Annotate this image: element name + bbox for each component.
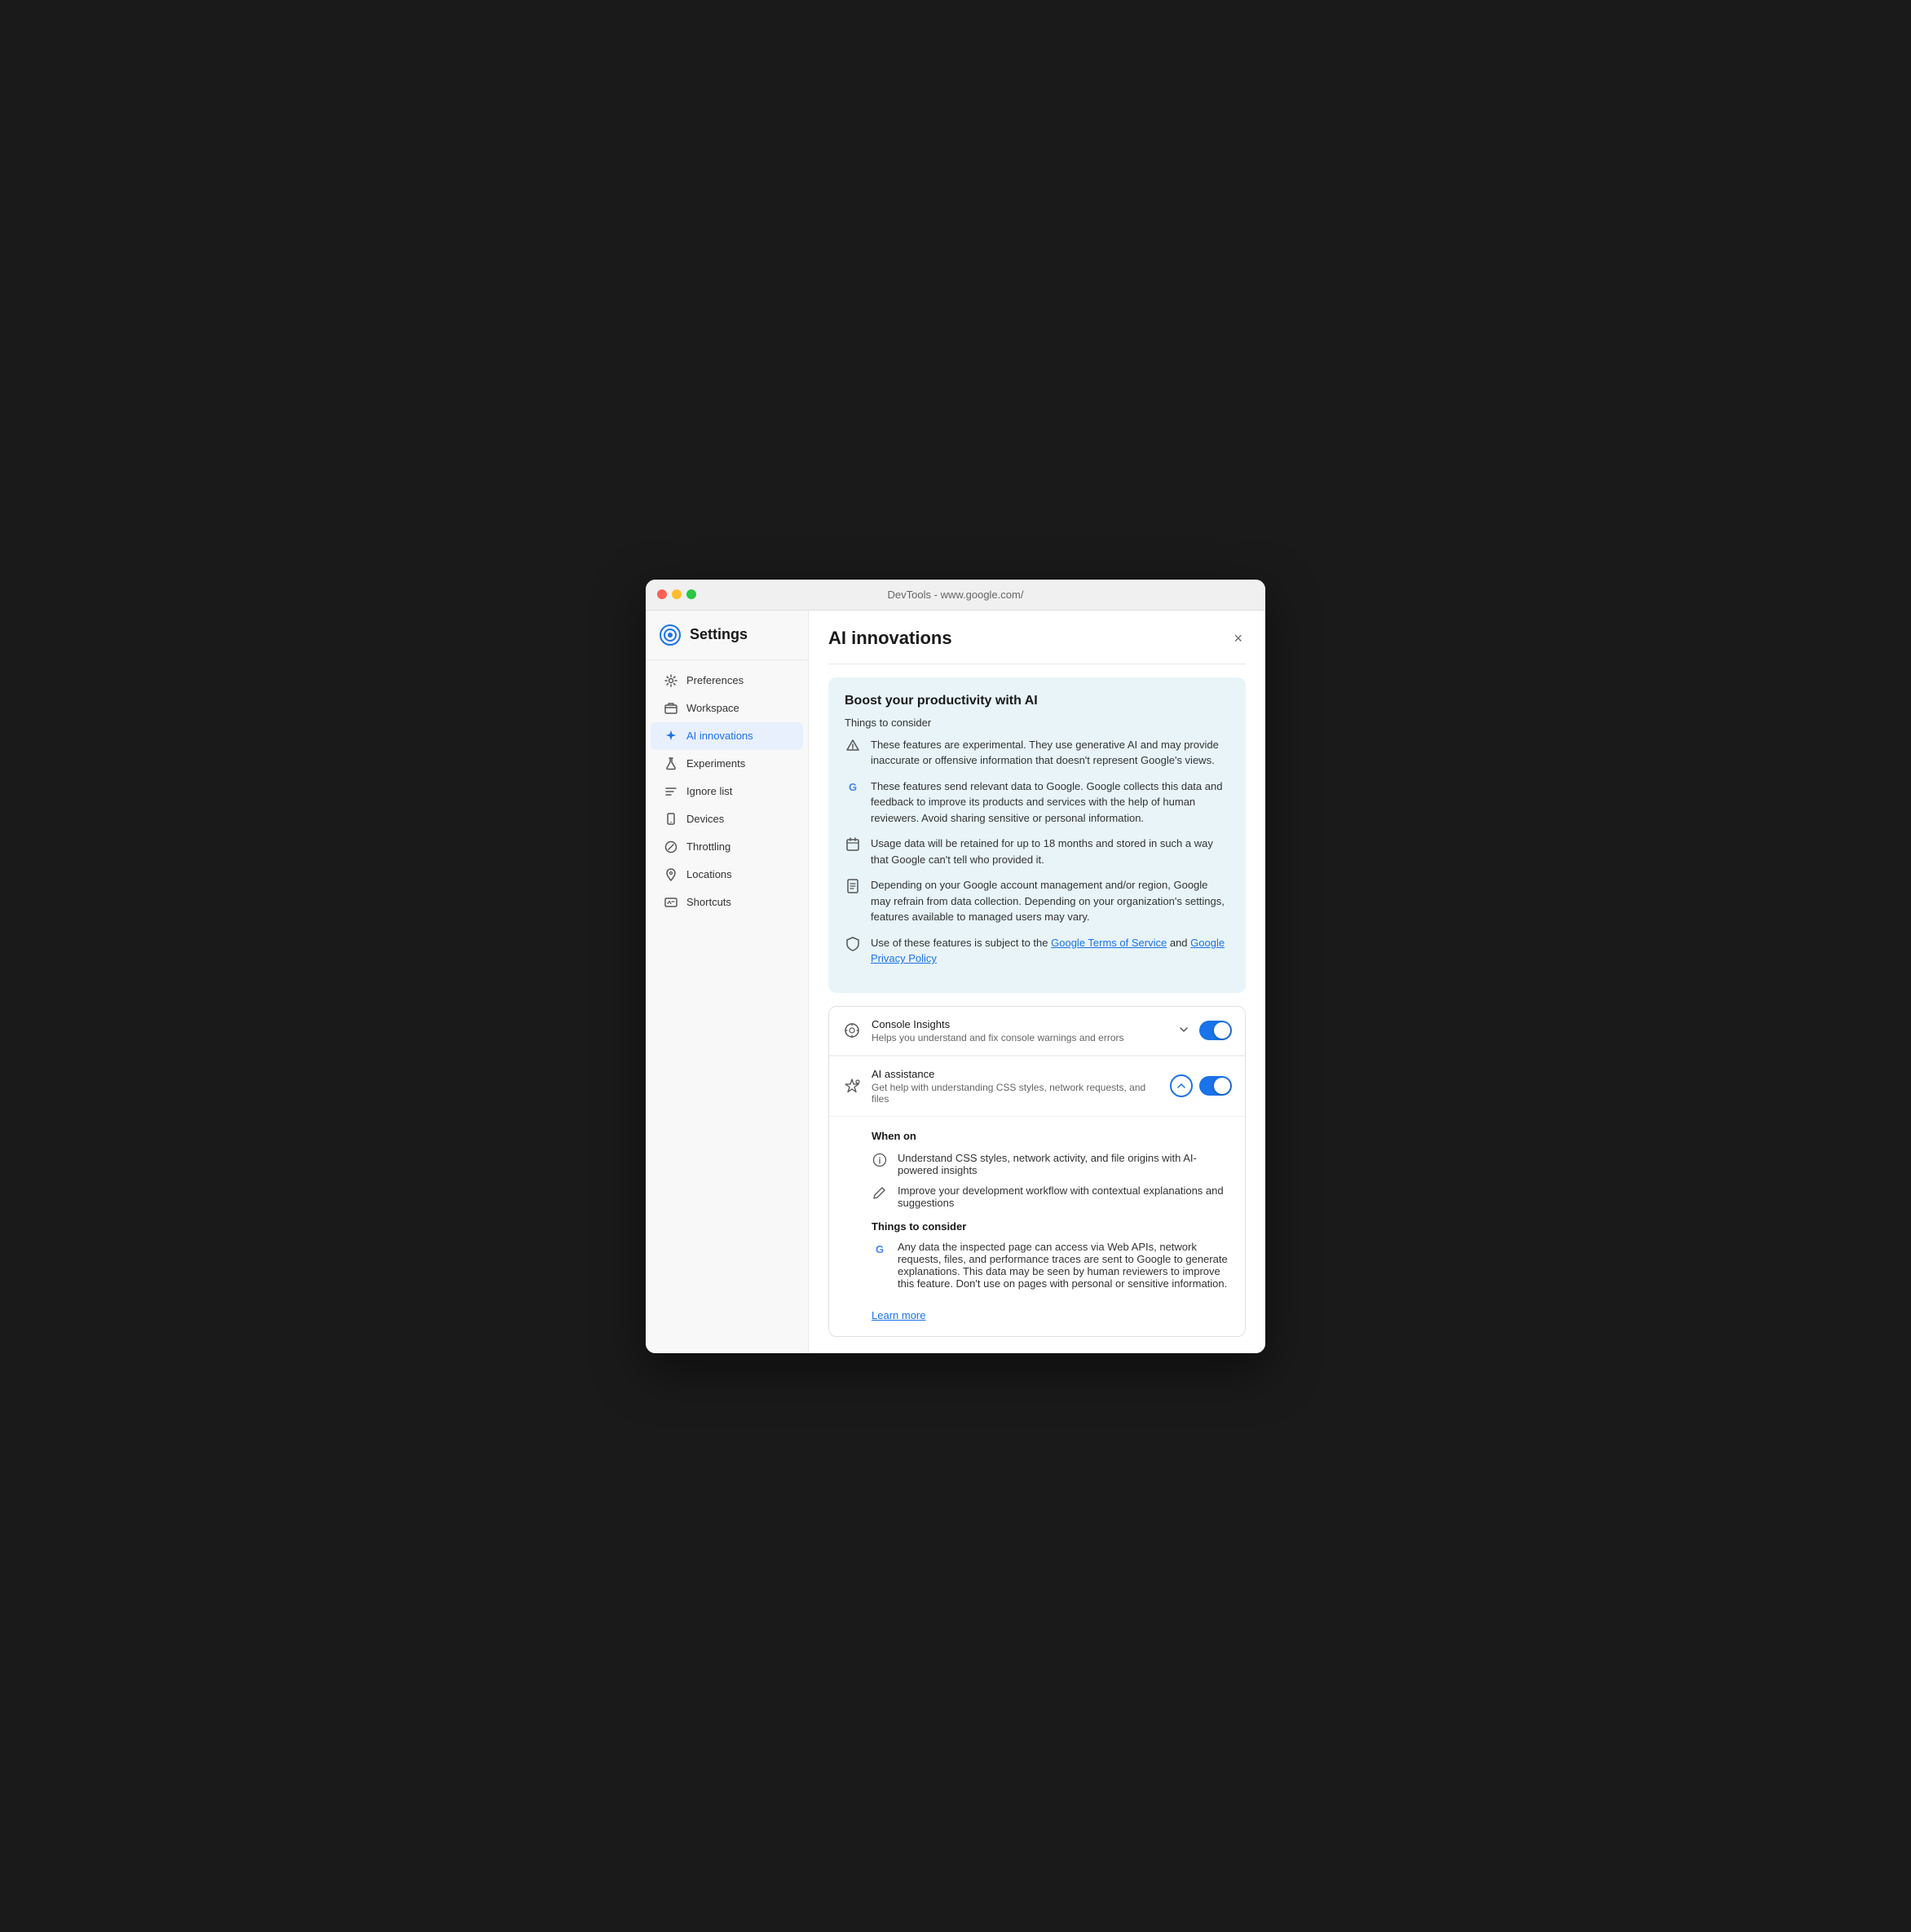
google-icon-1: G [845, 779, 861, 796]
ai-assistance-title: AI assistance [872, 1068, 1160, 1080]
page-title: AI innovations [828, 628, 952, 649]
info-item-terms: Use of these features is subject to the … [845, 935, 1229, 967]
preferences-label: Preferences [686, 674, 744, 686]
ai-assistance-content: AI assistance Get help with understandin… [872, 1068, 1160, 1105]
console-insights-desc: Helps you understand and fix console war… [872, 1032, 1165, 1043]
info-item-google-data-text: These features send relevant data to Goo… [871, 779, 1229, 827]
minimize-traffic-light[interactable] [672, 589, 682, 599]
ai-assistance-desc: Get help with understanding CSS styles, … [872, 1082, 1160, 1105]
info-box-subtitle: Things to consider [845, 717, 1229, 729]
tos-link[interactable]: Google Terms of Service [1051, 937, 1167, 949]
main-content: Settings Preferences [646, 611, 1265, 1353]
ai-assistance-row: AI assistance Get help with understandin… [829, 1056, 1245, 1116]
info-circle-icon [872, 1152, 888, 1168]
things-item: G Any data the inspected page can access… [872, 1241, 1232, 1290]
when-on-item-1: Understand CSS styles, network activity,… [872, 1152, 1232, 1176]
pencil-icon [872, 1184, 888, 1201]
close-traffic-light[interactable] [657, 589, 667, 599]
when-on-title: When on [872, 1130, 1232, 1142]
shortcuts-icon [664, 895, 678, 910]
settings-window: DevTools - www.google.com/ Settings [646, 580, 1265, 1353]
settings-logo-icon [659, 624, 682, 646]
shield-icon [845, 936, 861, 952]
sidebar-item-shortcuts[interactable]: Shortcuts [651, 889, 803, 916]
features-card: Console Insights Helps you understand an… [828, 1006, 1246, 1337]
info-item-google-data: G These features send relevant data to G… [845, 779, 1229, 827]
info-item-experimental-text: These features are experimental. They us… [871, 737, 1229, 769]
sidebar-item-preferences[interactable]: Preferences [651, 667, 803, 695]
ignore-list-label: Ignore list [686, 785, 732, 797]
ai-innovations-icon [664, 729, 678, 743]
workspace-icon [664, 701, 678, 716]
locations-label: Locations [686, 868, 732, 880]
shortcuts-label: Shortcuts [686, 896, 731, 908]
console-insights-icon [842, 1021, 862, 1040]
info-item-terms-text: Use of these features is subject to the … [871, 935, 1229, 967]
close-button[interactable]: × [1230, 627, 1246, 651]
sidebar-item-devices[interactable]: Devices [651, 805, 803, 833]
ai-assistance-toggle[interactable] [1199, 1076, 1232, 1096]
sidebar-item-workspace[interactable]: Workspace [651, 695, 803, 722]
traffic-lights [657, 589, 696, 599]
sidebar-item-ignore-list[interactable]: Ignore list [651, 778, 803, 805]
sidebar-item-experiments[interactable]: Experiments [651, 750, 803, 778]
main-panel: AI innovations × Boost your productivity… [809, 611, 1265, 1353]
info-item-account-text: Depending on your Google account managem… [871, 877, 1229, 925]
workspace-label: Workspace [686, 702, 739, 714]
info-item-retention: Usage data will be retained for up to 18… [845, 836, 1229, 867]
document-icon [845, 878, 861, 894]
window-title: DevTools - www.google.com/ [888, 589, 1024, 601]
experiments-icon [664, 756, 678, 771]
info-item-account: Depending on your Google account managem… [845, 877, 1229, 925]
calendar-icon [845, 836, 861, 853]
when-on-item-2: Improve your development workflow with c… [872, 1184, 1232, 1209]
info-box: Boost your productivity with AI Things t… [828, 677, 1246, 993]
sidebar: Settings Preferences [646, 611, 809, 1353]
locations-icon [664, 867, 678, 882]
console-insights-actions [1175, 1021, 1232, 1041]
ai-assistance-icon [842, 1076, 862, 1096]
console-insights-chevron[interactable] [1175, 1021, 1193, 1041]
ignore-list-icon [664, 784, 678, 799]
ai-assistance-expanded: When on Understand CSS styles, network a… [829, 1116, 1245, 1336]
sidebar-title: Settings [690, 626, 748, 643]
sidebar-item-throttling[interactable]: Throttling [651, 833, 803, 861]
privacy-link[interactable]: Google Privacy Policy [871, 937, 1225, 965]
info-box-title: Boost your productivity with AI [845, 694, 1229, 708]
experiments-label: Experiments [686, 757, 745, 770]
things-to-consider-title: Things to consider [872, 1220, 1232, 1233]
info-item-experimental: These features are experimental. They us… [845, 737, 1229, 769]
throttling-icon [664, 840, 678, 854]
devices-icon [664, 812, 678, 827]
titlebar: DevTools - www.google.com/ [646, 580, 1265, 611]
console-insights-row: Console Insights Helps you understand an… [829, 1007, 1245, 1056]
main-header: AI innovations × [828, 627, 1246, 664]
sidebar-header: Settings [646, 624, 808, 660]
experimental-icon [845, 738, 861, 754]
console-insights-toggle[interactable] [1199, 1021, 1232, 1040]
console-insights-content: Console Insights Helps you understand an… [872, 1018, 1165, 1043]
info-item-retention-text: Usage data will be retained for up to 18… [871, 836, 1229, 867]
ai-innovations-label: AI innovations [686, 730, 753, 742]
console-insights-title: Console Insights [872, 1018, 1165, 1030]
sidebar-item-ai-innovations[interactable]: AI innovations [651, 722, 803, 750]
google-icon-2: G [872, 1242, 888, 1258]
ai-assistance-chevron[interactable] [1170, 1074, 1193, 1097]
when-on-item-2-text: Improve your development workflow with c… [898, 1184, 1232, 1209]
sidebar-item-locations[interactable]: Locations [651, 861, 803, 889]
when-on-item-1-text: Understand CSS styles, network activity,… [898, 1152, 1232, 1176]
learn-more-link[interactable]: Learn more [872, 1309, 925, 1321]
maximize-traffic-light[interactable] [686, 589, 696, 599]
devices-label: Devices [686, 813, 724, 825]
ai-assistance-actions [1170, 1074, 1232, 1097]
throttling-label: Throttling [686, 840, 730, 853]
things-item-text: Any data the inspected page can access v… [898, 1241, 1232, 1290]
preferences-icon [664, 673, 678, 688]
